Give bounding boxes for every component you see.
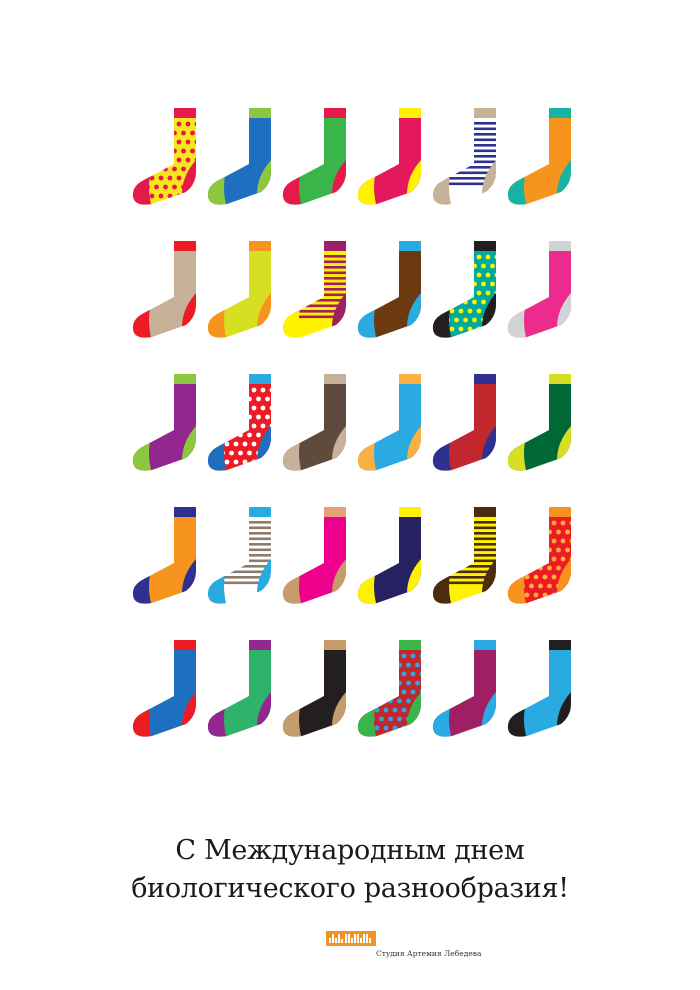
greeting-line-2: биологического разнообразия! [131, 873, 569, 904]
sock-r2-c5 [432, 241, 497, 338]
studio-name: Студия Артемия Лебедева [376, 949, 482, 958]
sock-r1-c3 [282, 108, 347, 205]
sock-r4-c1 [132, 507, 197, 604]
sock-r5-c6 [507, 640, 572, 737]
logo-bar [360, 938, 362, 943]
sock-r4-c3 [282, 507, 347, 604]
sock-r2-c2 [207, 241, 272, 338]
sock-r4-c4 [357, 507, 422, 604]
sock-r5-c5 [432, 640, 497, 737]
sock-r5-c4 [357, 640, 422, 737]
sock-r4-c2 [207, 507, 272, 604]
sock-r4-c6 [507, 507, 572, 604]
sock-r5-c1 [132, 640, 197, 737]
logo-bar [338, 934, 341, 943]
sock-r5-c2 [207, 640, 272, 737]
sock-r1-c2 [207, 108, 272, 205]
logo-bar [332, 934, 335, 943]
sock-r3-c1 [132, 374, 197, 471]
logo-bar [347, 934, 350, 943]
sock-r2-c6 [507, 241, 572, 338]
sock-r3-c6 [507, 374, 572, 471]
logo-bar [366, 934, 369, 943]
sock-r5-c3 [282, 640, 347, 737]
logo-bar [344, 934, 347, 943]
studio-logo-bars [329, 934, 373, 943]
sock-r3-c3 [282, 374, 347, 471]
logo-bar [335, 938, 338, 943]
sock-r3-c4 [357, 374, 422, 471]
sock-r4-c5 [432, 507, 497, 604]
sock-r2-c1 [132, 241, 197, 338]
sock-r1-c5 [432, 108, 497, 205]
sock-r2-c4 [357, 241, 422, 338]
greeting-text: С Международным днем биологического разн… [0, 832, 700, 908]
socks-grid [0, 0, 700, 760]
logo-bar [353, 934, 356, 943]
logo-bar [369, 938, 372, 943]
studio-logo [326, 931, 376, 946]
greeting-line-1: С Международным днем [175, 835, 525, 866]
sock-r1-c6 [507, 108, 572, 205]
sock-r1-c1 [132, 108, 197, 205]
sock-r3-c2 [207, 374, 272, 471]
logo-bar [356, 934, 359, 943]
sock-r3-c5 [432, 374, 497, 471]
logo-bar [341, 939, 344, 943]
logo-bar [329, 938, 331, 943]
sock-r2-c3 [282, 241, 347, 338]
sock-r1-c4 [357, 108, 422, 205]
logo-bar [363, 934, 366, 943]
logo-bar [350, 938, 353, 943]
